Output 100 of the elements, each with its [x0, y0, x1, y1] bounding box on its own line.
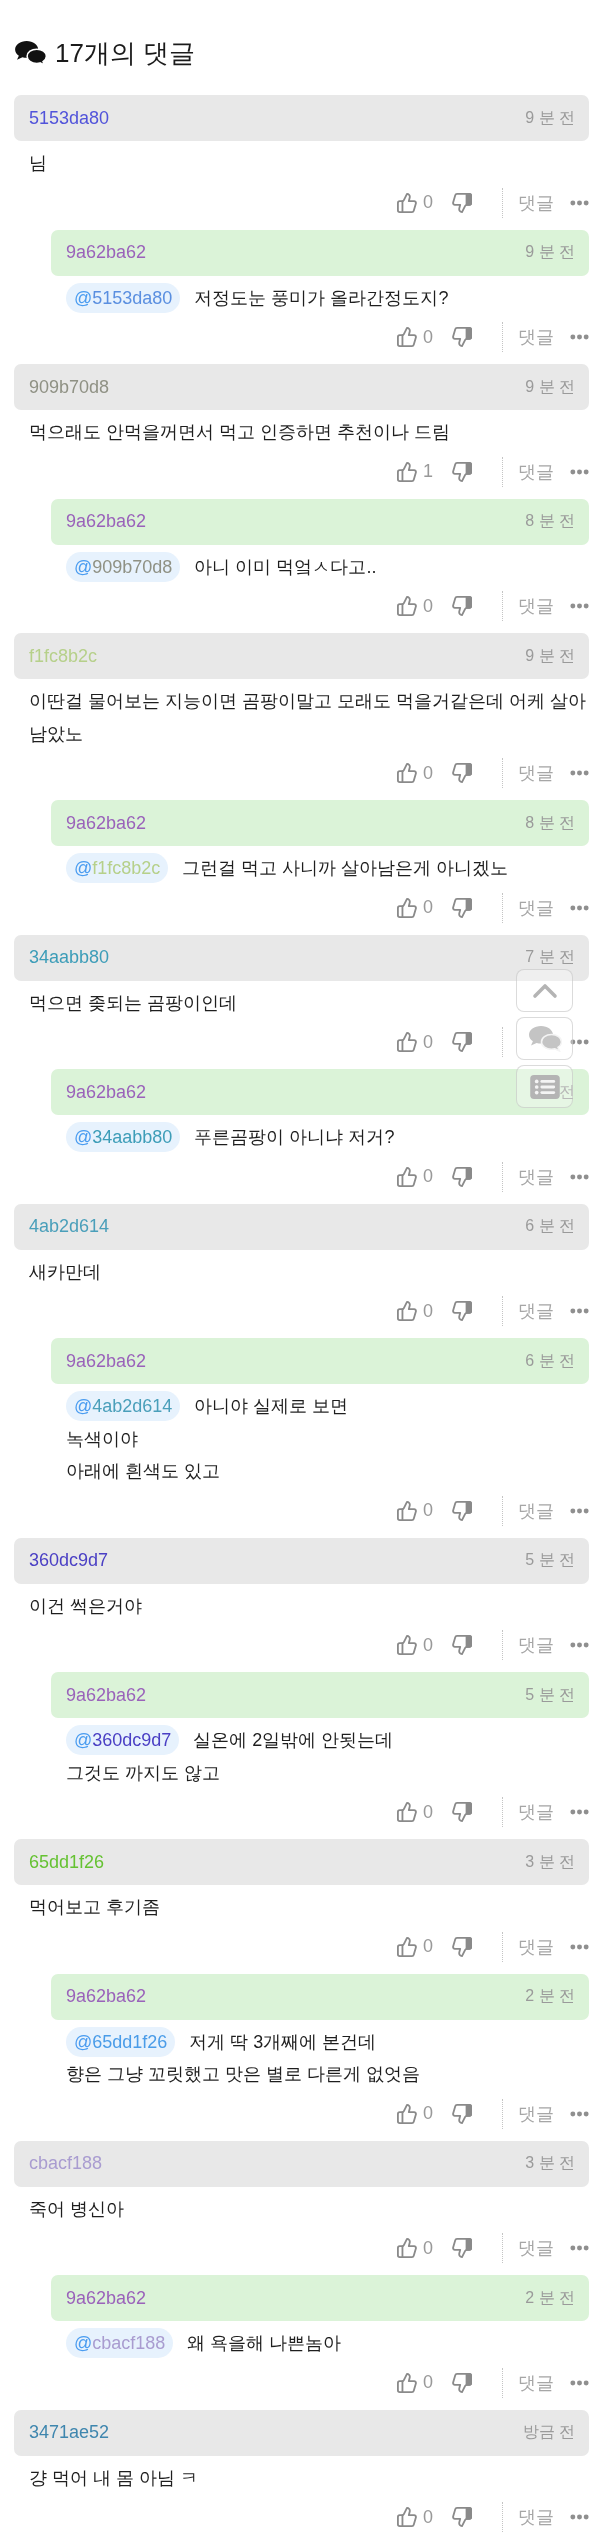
- comment-text: @34aabb80 푸른곰팡이 아니냐 저거?: [51, 1115, 395, 1154]
- mention-link[interactable]: @4ab2d614: [66, 1391, 181, 1421]
- reply-button[interactable]: 댓글: [518, 895, 554, 920]
- dislike-button[interactable]: [452, 1802, 472, 1822]
- more-button[interactable]: [570, 1039, 589, 1045]
- thumbs-down-icon: [452, 461, 472, 482]
- reply-button[interactable]: 댓글: [518, 2370, 554, 2395]
- dislike-button[interactable]: [452, 2372, 472, 2393]
- dislike-button[interactable]: [452, 897, 472, 918]
- more-button[interactable]: [570, 2245, 589, 2251]
- dislike-button[interactable]: [452, 596, 472, 616]
- like-button[interactable]: 0: [397, 1801, 433, 1823]
- more-button[interactable]: [570, 334, 589, 340]
- mention-link[interactable]: @f1fc8b2c: [66, 853, 169, 883]
- username: cbacf188: [29, 2153, 103, 2174]
- more-button[interactable]: [570, 770, 589, 776]
- like-button[interactable]: 0: [397, 2372, 433, 2393]
- more-button[interactable]: [570, 199, 589, 206]
- like-button[interactable]: 0: [397, 2506, 433, 2528]
- reply-button[interactable]: 댓글: [518, 1164, 554, 1189]
- dislike-button[interactable]: [452, 327, 472, 347]
- like-button[interactable]: 0: [397, 2237, 433, 2259]
- more-icon: [570, 2514, 589, 2520]
- reply-button[interactable]: 댓글: [518, 2505, 554, 2529]
- more-button[interactable]: [570, 468, 589, 475]
- more-icon: [570, 1173, 589, 1180]
- thumbs-down-icon: [452, 897, 472, 918]
- more-button[interactable]: [570, 603, 589, 609]
- like-button[interactable]: 0: [397, 1634, 433, 1656]
- timestamp: 5 분 전: [525, 1684, 575, 1705]
- reply-button[interactable]: 댓글: [518, 1299, 554, 1323]
- more-button[interactable]: [570, 1809, 589, 1815]
- dislike-button[interactable]: [452, 2103, 472, 2124]
- more-button[interactable]: [570, 1642, 589, 1648]
- like-button[interactable]: 0: [397, 326, 433, 348]
- dislike-button[interactable]: [452, 1301, 472, 1321]
- username: 3471ae52: [29, 2422, 110, 2443]
- dislike-button[interactable]: [452, 2507, 472, 2527]
- like-button[interactable]: 0: [397, 595, 433, 617]
- more-button[interactable]: [570, 1308, 589, 1314]
- more-button[interactable]: [570, 2379, 589, 2386]
- comment-text: 이건 썩은거야: [28, 1594, 142, 1618]
- more-button[interactable]: [570, 2514, 589, 2520]
- username: 360dc9d7: [29, 1550, 109, 1571]
- mention-link[interactable]: @909b70d8: [66, 551, 181, 582]
- dislike-button[interactable]: [452, 1936, 472, 1957]
- timestamp: 전: [559, 1081, 575, 1102]
- dislike-button[interactable]: [452, 763, 472, 783]
- reply-button[interactable]: 댓글: [518, 2236, 554, 2260]
- thumbs-up-icon: [397, 1635, 417, 1655]
- like-button[interactable]: 0: [397, 762, 433, 784]
- comment-text: 걍 먹어 내 몸 아님 ㅋ: [28, 2466, 198, 2490]
- reply-button[interactable]: 댓글: [518, 1800, 554, 1824]
- dislike-button[interactable]: [452, 2238, 472, 2258]
- timestamp: 9 분 전: [525, 645, 575, 666]
- mention-link[interactable]: @34aabb80: [66, 1122, 181, 1152]
- reply-button[interactable]: 댓글: [518, 459, 554, 484]
- more-icon: [570, 1943, 589, 1950]
- like-button[interactable]: 0: [397, 1166, 433, 1187]
- like-button[interactable]: 0: [397, 2103, 433, 2124]
- like-button[interactable]: 0: [397, 1936, 433, 1957]
- like-button[interactable]: 0: [397, 1031, 433, 1053]
- reply-button[interactable]: 댓글: [518, 594, 554, 618]
- reply-button[interactable]: 댓글: [518, 1498, 554, 1523]
- comment-text: 먹으면 좆되는 곰팡이인데: [28, 991, 237, 1015]
- reply-button[interactable]: 댓글: [518, 2101, 554, 2126]
- mention-link[interactable]: @5153da80: [66, 282, 181, 313]
- thumbs-up-icon: [397, 897, 417, 918]
- thumbs-up-icon: [397, 1802, 417, 1822]
- like-button[interactable]: 0: [397, 1500, 433, 1521]
- dislike-button[interactable]: [452, 1166, 472, 1187]
- mention-link[interactable]: @65dd1f26: [66, 2026, 176, 2057]
- mention-link[interactable]: @360dc9d7: [66, 1725, 180, 1755]
- comment-text: @360dc9d7 실온에 2일밖에 안됫는데 그것도 까지도 않고: [51, 1718, 394, 1789]
- like-button[interactable]: 1: [397, 461, 433, 482]
- thumbs-up-icon: [397, 2372, 417, 2393]
- reply-button[interactable]: 댓글: [518, 1633, 554, 1657]
- like-button[interactable]: 0: [397, 897, 433, 918]
- more-button[interactable]: [570, 1173, 589, 1180]
- more-button[interactable]: [570, 2110, 589, 2117]
- more-button[interactable]: [570, 904, 589, 911]
- dislike-button[interactable]: [452, 1500, 472, 1521]
- dislike-button[interactable]: [452, 1635, 472, 1655]
- more-button[interactable]: [570, 1507, 589, 1514]
- scroll-top-button[interactable]: [516, 969, 573, 1012]
- reply-button[interactable]: 댓글: [518, 325, 554, 349]
- dislike-button[interactable]: [452, 192, 472, 213]
- more-button[interactable]: [570, 1943, 589, 1950]
- thumbs-down-icon: [452, 192, 472, 213]
- reply-button[interactable]: 댓글: [518, 190, 554, 215]
- like-button[interactable]: 0: [397, 192, 433, 213]
- comment-text: 먹으래도 안먹을꺼면서 먹고 인증하면 추천이나 드림: [28, 421, 450, 444]
- comments-button[interactable]: [516, 1017, 573, 1060]
- list-button[interactable]: [516, 1065, 573, 1108]
- reply-button[interactable]: 댓글: [518, 1934, 554, 1959]
- mention-link[interactable]: @cbacf188: [66, 2328, 174, 2358]
- dislike-button[interactable]: [452, 461, 472, 482]
- dislike-button[interactable]: [452, 1032, 472, 1052]
- reply-button[interactable]: 댓글: [518, 761, 554, 785]
- like-button[interactable]: 0: [397, 1300, 433, 1322]
